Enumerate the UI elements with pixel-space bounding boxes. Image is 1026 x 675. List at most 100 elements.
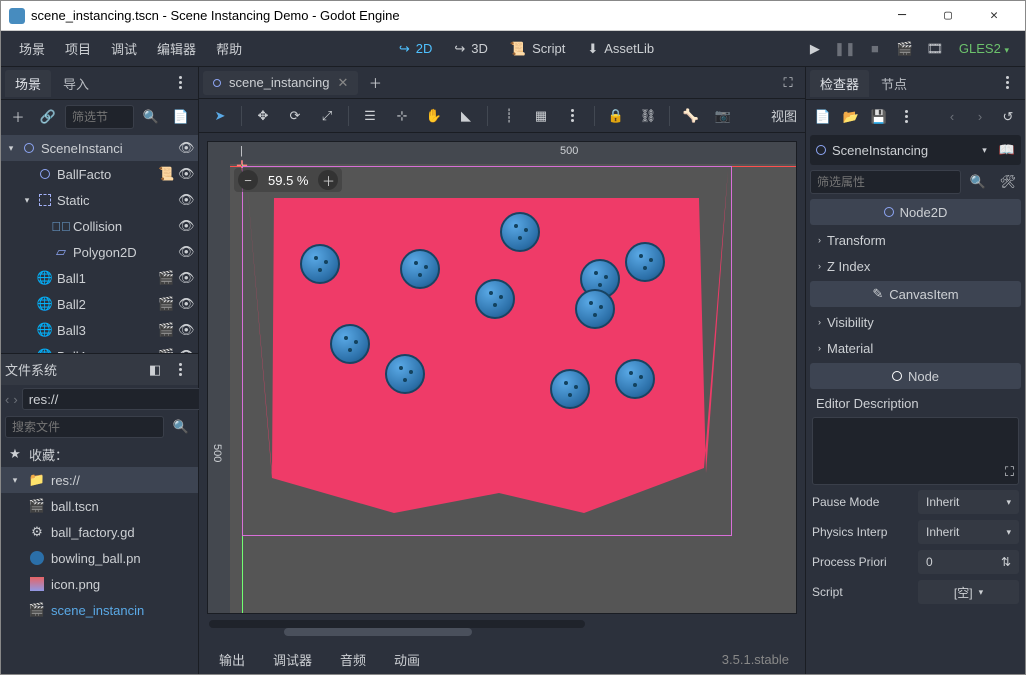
tab-scene[interactable]: 场景 xyxy=(5,70,51,97)
fs-item-bowling_ball.pn[interactable]: bowling_ball.pn xyxy=(1,545,198,571)
fs-item-scene_instancin[interactable]: 🎬scene_instancin xyxy=(1,597,198,623)
visibility-icon[interactable]: 👁 xyxy=(178,322,194,338)
move-tool-icon[interactable]: ✥ xyxy=(250,103,276,129)
workspace-tab-assetlib[interactable]: ⬇ AssetLib xyxy=(577,37,664,61)
cat-zindex[interactable]: ›Z Index xyxy=(810,253,1021,279)
node-signal-icon[interactable]: 🎬 xyxy=(158,296,174,312)
script-dropdown[interactable]: [空]▾ xyxy=(918,580,1019,604)
bottom-tab-animation[interactable]: 动画 xyxy=(382,646,432,673)
inspector-node-select[interactable]: SceneInstancing ▾ 📖 xyxy=(810,135,1021,165)
zoom-out-button[interactable]: − xyxy=(238,170,258,190)
smart-snap-icon[interactable]: ┊ xyxy=(496,103,522,129)
group-icon[interactable]: ⛓ xyxy=(635,103,661,129)
close-icon[interactable]: ✕ xyxy=(337,75,348,91)
panel-more-icon[interactable] xyxy=(168,70,194,96)
menu-project[interactable]: 项目 xyxy=(55,35,101,62)
save-resource-icon[interactable]: 💾 xyxy=(866,104,892,130)
tree-node-ball3[interactable]: 🌐Ball3🎬👁 xyxy=(1,317,198,343)
tree-node-ballfacto[interactable]: BallFacto📜👁 xyxy=(1,161,198,187)
tree-node-sceneinstanci[interactable]: ▾SceneInstanci👁 xyxy=(1,135,198,161)
fs-forward-button[interactable]: › xyxy=(13,386,17,412)
fs-search-icon[interactable]: 🔍 xyxy=(168,414,194,440)
window-minimize-button[interactable]: ─ xyxy=(879,1,925,31)
ruler-tool-icon[interactable]: ◣ xyxy=(453,103,479,129)
zoom-value[interactable]: 59.5 % xyxy=(262,173,314,188)
visibility-icon[interactable]: 👁 xyxy=(178,166,194,182)
section-canvasitem[interactable]: ✎ CanvasItem xyxy=(810,281,1021,307)
history-icon[interactable]: ↺ xyxy=(995,104,1021,130)
tree-node-ball2[interactable]: 🌐Ball2🎬👁 xyxy=(1,291,198,317)
inspector-filter-input[interactable] xyxy=(810,170,961,194)
scale-tool-icon[interactable]: ⤢ xyxy=(314,103,340,129)
inspector-search-icon[interactable]: 🔍 xyxy=(965,169,991,195)
fs-path-input[interactable] xyxy=(22,388,213,410)
tree-node-ball1[interactable]: 🌐Ball1🎬👁 xyxy=(1,265,198,291)
tree-node-polygon2d[interactable]: ▱Polygon2D👁 xyxy=(1,239,198,265)
scene-tab-0[interactable]: scene_instancing ✕ xyxy=(203,71,358,95)
play-custom-scene-button[interactable]: 🎞 xyxy=(921,35,949,63)
bone-icon[interactable]: 🦴 xyxy=(678,103,704,129)
scene-filter-input[interactable] xyxy=(65,105,134,129)
zoom-in-button[interactable]: ＋ xyxy=(318,170,338,190)
fullscreen-icon[interactable]: ⛶ xyxy=(1005,464,1014,480)
tree-node-ball4[interactable]: 🌐Ball4🎬👁 xyxy=(1,343,198,353)
window-close-button[interactable]: ✕ xyxy=(971,1,1017,31)
attach-script-button[interactable]: 📄 xyxy=(168,104,194,130)
ball-node[interactable] xyxy=(575,289,615,329)
fs-folder-res[interactable]: ▾ 📁 res:// xyxy=(1,467,198,493)
workspace-tab-3d[interactable]: ↪ 3D xyxy=(444,37,498,61)
fs-back-button[interactable]: ‹ xyxy=(5,386,9,412)
ball-node[interactable] xyxy=(330,324,370,364)
bottom-tab-debugger[interactable]: 调试器 xyxy=(261,646,324,673)
viewport-hscrollbar[interactable] xyxy=(209,620,585,634)
menu-help[interactable]: 帮助 xyxy=(206,35,252,62)
instance-scene-button[interactable]: 🔗 xyxy=(35,104,61,130)
tab-inspector[interactable]: 检查器 xyxy=(810,70,869,97)
fs-item-ball.tscn[interactable]: 🎬ball.tscn xyxy=(1,493,198,519)
ball-node[interactable] xyxy=(500,212,540,252)
scene-tree[interactable]: ▾SceneInstanci👁BallFacto📜👁▾Static👁�⃟Coll… xyxy=(1,133,198,353)
pause-mode-dropdown[interactable]: Inherit▾ xyxy=(918,490,1019,514)
tree-node-static[interactable]: ▾Static👁 xyxy=(1,187,198,213)
bottom-tab-output[interactable]: 输出 xyxy=(207,646,257,673)
renderer-dropdown[interactable]: GLES2 ▾ xyxy=(951,37,1017,60)
visibility-icon[interactable]: 👁 xyxy=(178,270,194,286)
visibility-icon[interactable]: 👁 xyxy=(178,192,194,208)
ball-node[interactable] xyxy=(615,359,655,399)
new-resource-icon[interactable]: 📄 xyxy=(810,104,836,130)
grid-snap-icon[interactable]: ▦ xyxy=(528,103,554,129)
list-select-icon[interactable]: ☰ xyxy=(357,103,383,129)
pivot-tool-icon[interactable]: ⊹ xyxy=(389,103,415,129)
doc-icon[interactable]: 📖 xyxy=(999,142,1015,158)
physics-interp-dropdown[interactable]: Inherit▾ xyxy=(918,520,1019,544)
node-signal-icon[interactable]: 🎬 xyxy=(158,322,174,338)
expand-arrow-icon[interactable]: ▾ xyxy=(5,143,17,154)
fs-item-icon.png[interactable]: icon.png xyxy=(1,571,198,597)
scene-filter-search-icon[interactable]: 🔍 xyxy=(138,104,164,130)
section-node2d[interactable]: Node2D xyxy=(810,199,1021,225)
load-resource-icon[interactable]: 📂 xyxy=(838,104,864,130)
ball-node[interactable] xyxy=(400,249,440,289)
filesystem-tree[interactable]: ★ 收藏： ▾ 📁 res:// 🎬ball.tscn⚙ball_factory… xyxy=(1,441,198,674)
resource-extras-icon[interactable] xyxy=(894,104,920,130)
cat-transform[interactable]: ›Transform xyxy=(810,227,1021,253)
inspector-tools-icon[interactable]: 🛠 xyxy=(995,169,1021,195)
editor-description-input[interactable]: ⛶ xyxy=(812,417,1019,485)
menu-debug[interactable]: 调试 xyxy=(101,35,147,62)
fs-search-input[interactable] xyxy=(5,416,164,438)
add-node-button[interactable]: ＋ xyxy=(5,104,31,130)
select-tool-icon[interactable]: ➤ xyxy=(207,103,233,129)
inspector-more-icon[interactable] xyxy=(995,70,1021,96)
play-scene-button[interactable]: 🎬 xyxy=(891,35,919,63)
new-scene-button[interactable]: ＋ xyxy=(362,70,388,96)
cat-material[interactable]: ›Material xyxy=(810,335,1021,361)
distraction-free-icon[interactable]: ⛶ xyxy=(775,70,801,96)
ball-node[interactable] xyxy=(550,369,590,409)
stop-project-button[interactable]: ■ xyxy=(861,35,889,63)
pause-project-button[interactable]: ❚❚ xyxy=(831,35,859,63)
history-fwd-icon[interactable]: › xyxy=(967,104,993,130)
tab-import[interactable]: 导入 xyxy=(53,70,99,97)
visibility-icon[interactable]: 👁 xyxy=(178,218,194,234)
process-priority-input[interactable]: 0⇅ xyxy=(918,550,1019,574)
ball-node[interactable] xyxy=(385,354,425,394)
